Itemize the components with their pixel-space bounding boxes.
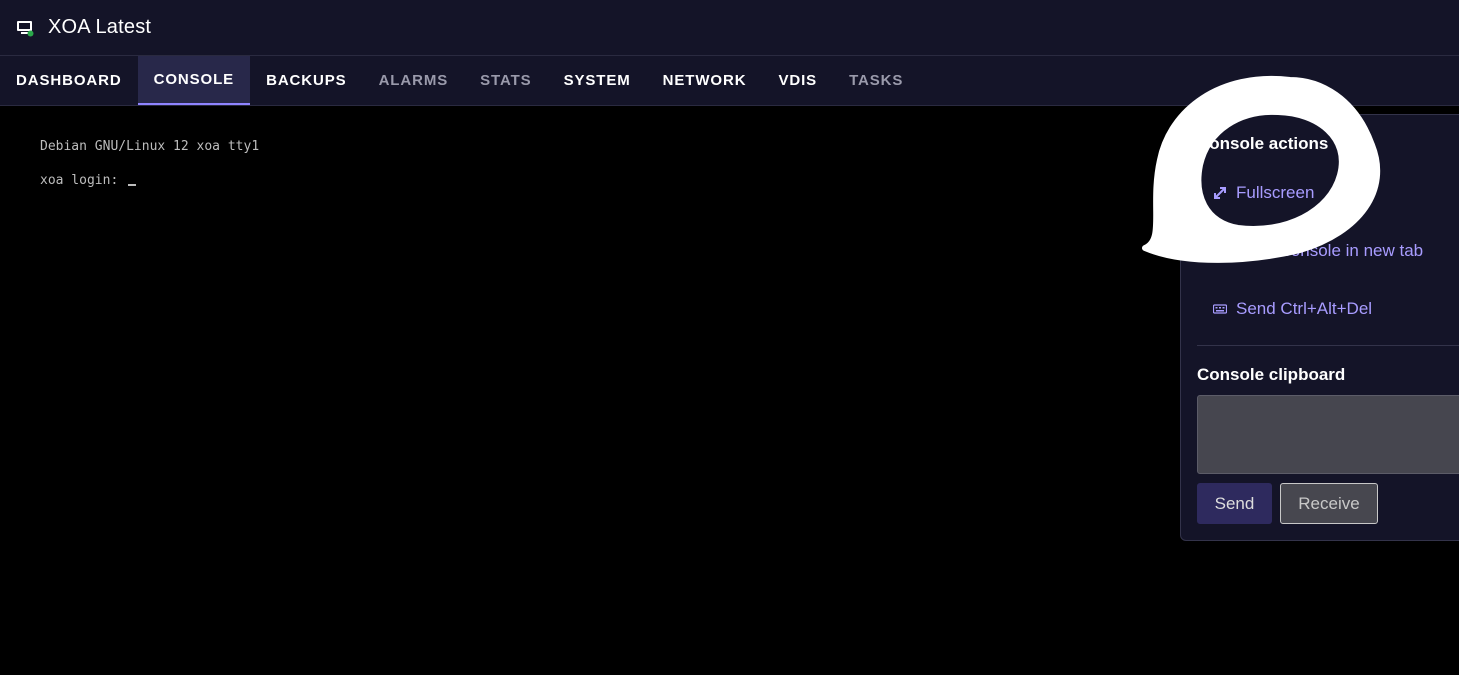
tab-vdis[interactable]: VDIS <box>762 56 833 105</box>
send-ctrl-alt-del-label: Send Ctrl+Alt+Del <box>1236 299 1373 318</box>
tab-stats[interactable]: STATS <box>464 56 547 105</box>
console-side-panel: Console actions Fullscreen Open console … <box>1180 114 1459 541</box>
tab-console[interactable]: CONSOLE <box>137 56 251 105</box>
console-clipboard-heading: Console clipboard <box>1197 365 1346 384</box>
console-login-prompt: xoa login: <box>40 173 137 188</box>
console-clipboard-textarea[interactable] <box>1197 395 1459 474</box>
panel-divider <box>1197 345 1459 346</box>
fullscreen-label: Fullscreen <box>1236 183 1315 202</box>
console-login-text: xoa login: <box>40 173 127 188</box>
console-cursor <box>128 184 137 186</box>
app-header: XOA Latest <box>0 0 1459 56</box>
expand-icon <box>1213 186 1227 200</box>
vm-monitor-icon <box>16 19 34 37</box>
tab-system[interactable]: SYSTEM <box>548 56 647 105</box>
send-button[interactable]: Send <box>1197 483 1272 524</box>
tab-dashboard[interactable]: DASHBOARD <box>0 56 138 105</box>
console-banner-line: Debian GNU/Linux 12 xoa tty1 <box>40 139 260 154</box>
tab-tasks[interactable]: TASKS <box>833 56 919 105</box>
open-console-new-tab-label: Open console in new tab <box>1236 241 1424 260</box>
receive-button[interactable]: Receive <box>1280 483 1378 524</box>
tab-bar: DASHBOARD CONSOLE BACKUPS ALARMS STATS S… <box>0 56 1459 106</box>
page-title: XOA Latest <box>48 16 152 38</box>
fullscreen-button[interactable]: Fullscreen <box>1213 183 1314 203</box>
tab-backups[interactable]: BACKUPS <box>250 56 362 105</box>
send-ctrl-alt-del-button[interactable]: Send Ctrl+Alt+Del <box>1213 299 1372 319</box>
console-actions-heading: Console actions <box>1197 134 1329 153</box>
tab-alarms[interactable]: ALARMS <box>363 56 465 105</box>
external-link-icon <box>1213 244 1227 258</box>
keyboard-icon <box>1213 302 1227 316</box>
open-console-new-tab-button[interactable]: Open console in new tab <box>1213 241 1423 261</box>
tab-network[interactable]: NETWORK <box>647 56 763 105</box>
